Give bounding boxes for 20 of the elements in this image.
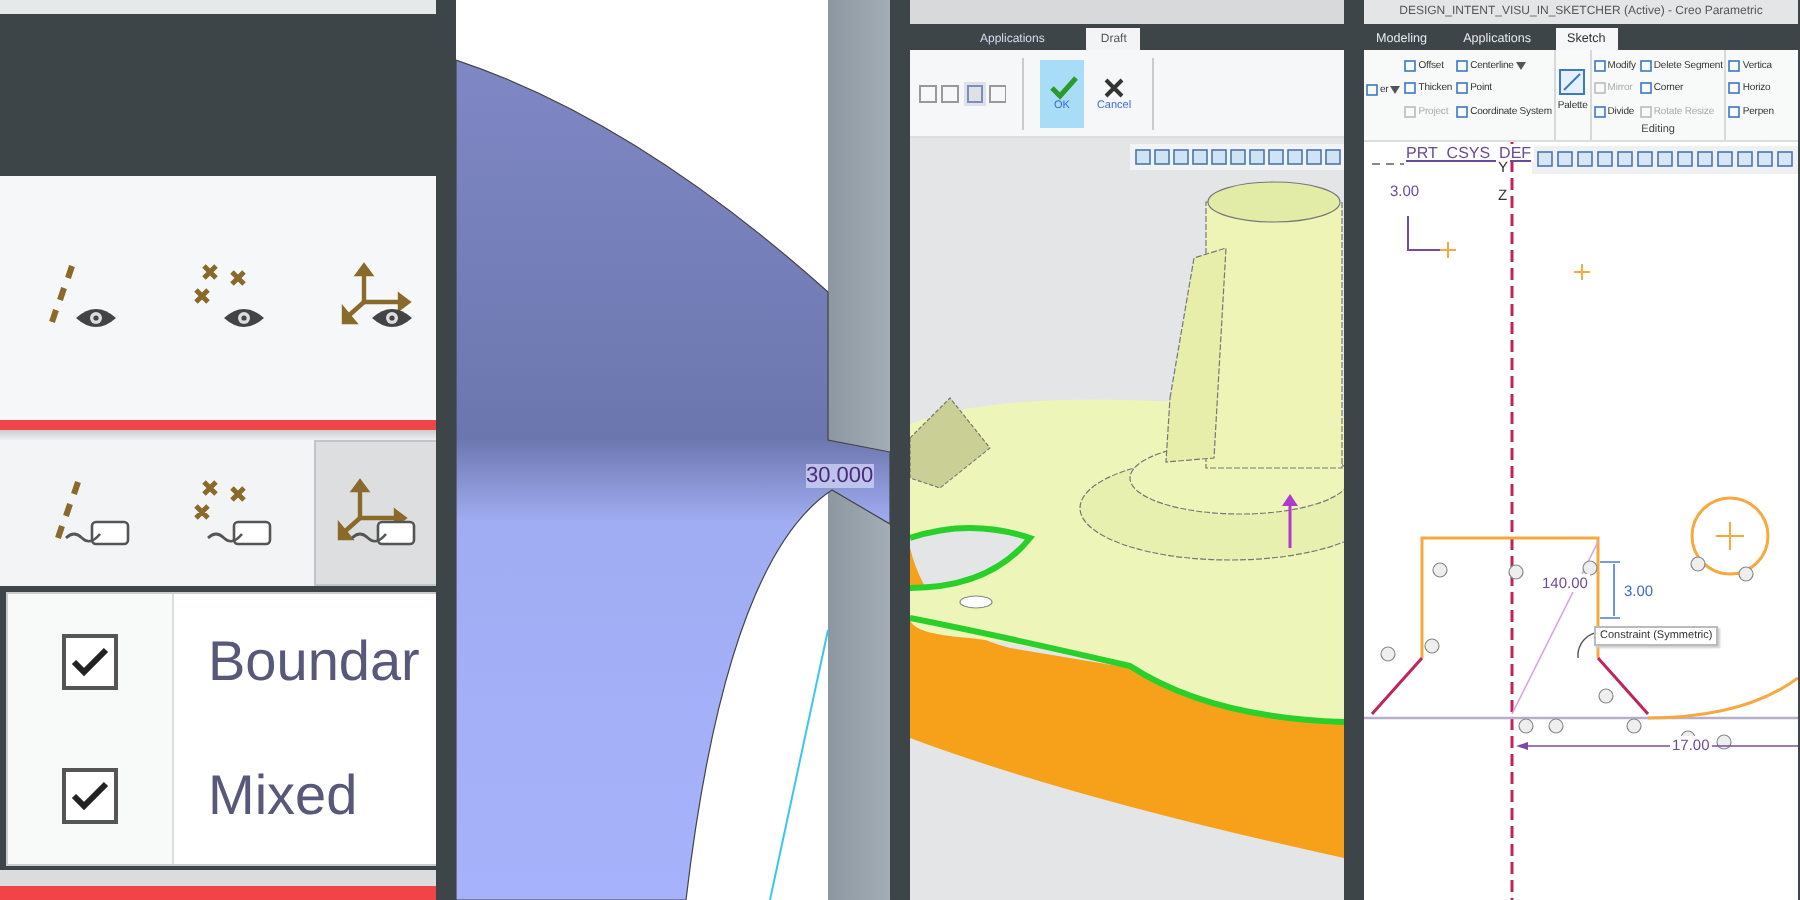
checkbox[interactable] bbox=[62, 768, 118, 825]
csys-label: PRT_CSYS_DEF bbox=[1404, 144, 1534, 162]
caret-icon bbox=[1515, 61, 1526, 70]
checkbox[interactable] bbox=[62, 633, 118, 690]
palette-icon bbox=[1558, 67, 1587, 95]
dimension-text: 30.000 bbox=[806, 464, 874, 488]
caret-icon bbox=[1390, 85, 1401, 93]
reference-line bbox=[1371, 163, 1405, 165]
points-tag-icon bbox=[192, 477, 273, 549]
check-icon bbox=[70, 645, 110, 678]
close-icon bbox=[1099, 75, 1129, 99]
toolbar-button[interactable] bbox=[313, 440, 437, 586]
menu-item[interactable]: Mixed bbox=[8, 729, 436, 864]
ribbon-tools-icon[interactable] bbox=[918, 81, 1006, 105]
dashed-line-tag-icon bbox=[49, 477, 130, 549]
check-icon bbox=[70, 780, 110, 813]
axes-tag-icon bbox=[335, 477, 416, 549]
menu-item[interactable]: Boundar bbox=[8, 594, 436, 729]
command-icon bbox=[1366, 83, 1378, 95]
check-icon bbox=[1047, 75, 1077, 99]
